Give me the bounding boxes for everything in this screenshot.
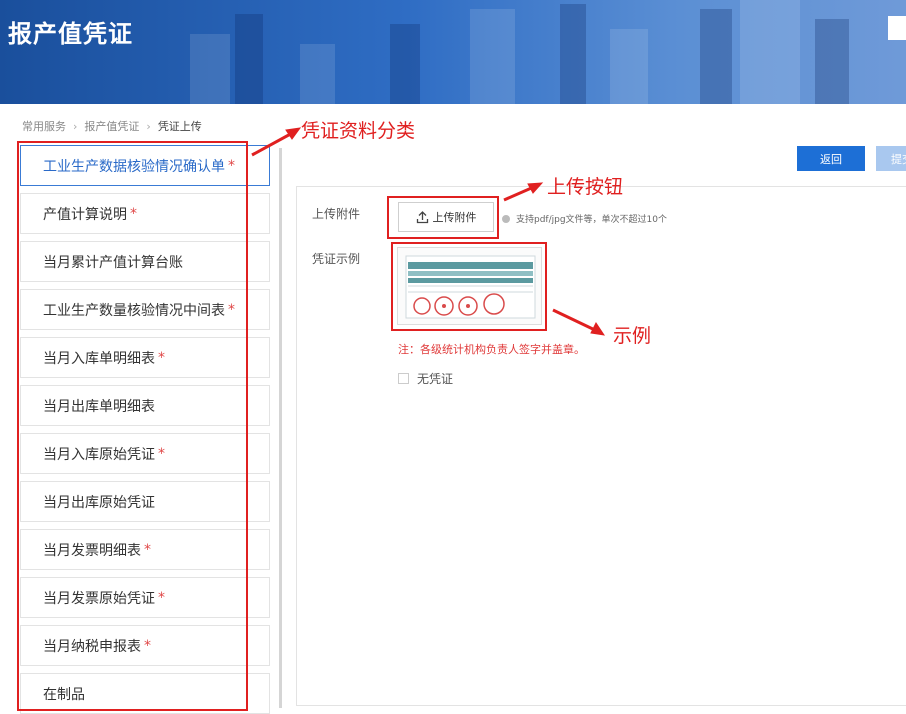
scrollbar[interactable] (279, 148, 282, 708)
breadcrumb-item-common-services[interactable]: 常用服务 (22, 118, 66, 134)
sample-note: 注：各级统计机构负责人签字并盖章。 (398, 343, 585, 356)
submit-button[interactable]: 提交 (876, 146, 906, 171)
no-certificate-option[interactable]: 无凭证 (398, 370, 453, 387)
category-highlight-box (17, 141, 248, 711)
upload-highlight-box (387, 196, 499, 239)
no-certificate-checkbox[interactable] (398, 373, 409, 384)
upload-hint: 支持pdf/jpg文件等，单次不超过10个 (502, 212, 667, 225)
upload-panel (296, 186, 906, 706)
page-title: 报产值凭证 (8, 20, 133, 48)
header-widget[interactable] (888, 16, 906, 40)
annotation-sample: 示例 (613, 325, 652, 347)
sample-highlight-box (391, 242, 547, 331)
header-banner: 报产值凭证 (0, 0, 906, 104)
breadcrumb-current: 凭证上传 (157, 120, 202, 133)
annotation-upload-button: 上传按钮 (547, 176, 624, 198)
annotation-category: 凭证资料分类 (301, 120, 416, 142)
breadcrumb-item-report-certificate[interactable]: 报产值凭证 (84, 118, 139, 134)
chevron-right-icon: › (73, 119, 78, 133)
back-button[interactable]: 返回 (797, 146, 865, 171)
upload-label: 上传附件 (312, 207, 361, 221)
sample-label: 凭证示例 (312, 252, 361, 266)
upload-hint-text: 支持pdf/jpg文件等，单次不超过10个 (516, 215, 668, 225)
info-dot-icon (502, 214, 510, 223)
breadcrumb: 常用服务 › 报产值凭证 › 凭证上传 (22, 118, 202, 134)
arrow-head-icon (285, 127, 302, 140)
chevron-right-icon: › (146, 119, 151, 133)
no-certificate-label: 无凭证 (417, 372, 454, 386)
